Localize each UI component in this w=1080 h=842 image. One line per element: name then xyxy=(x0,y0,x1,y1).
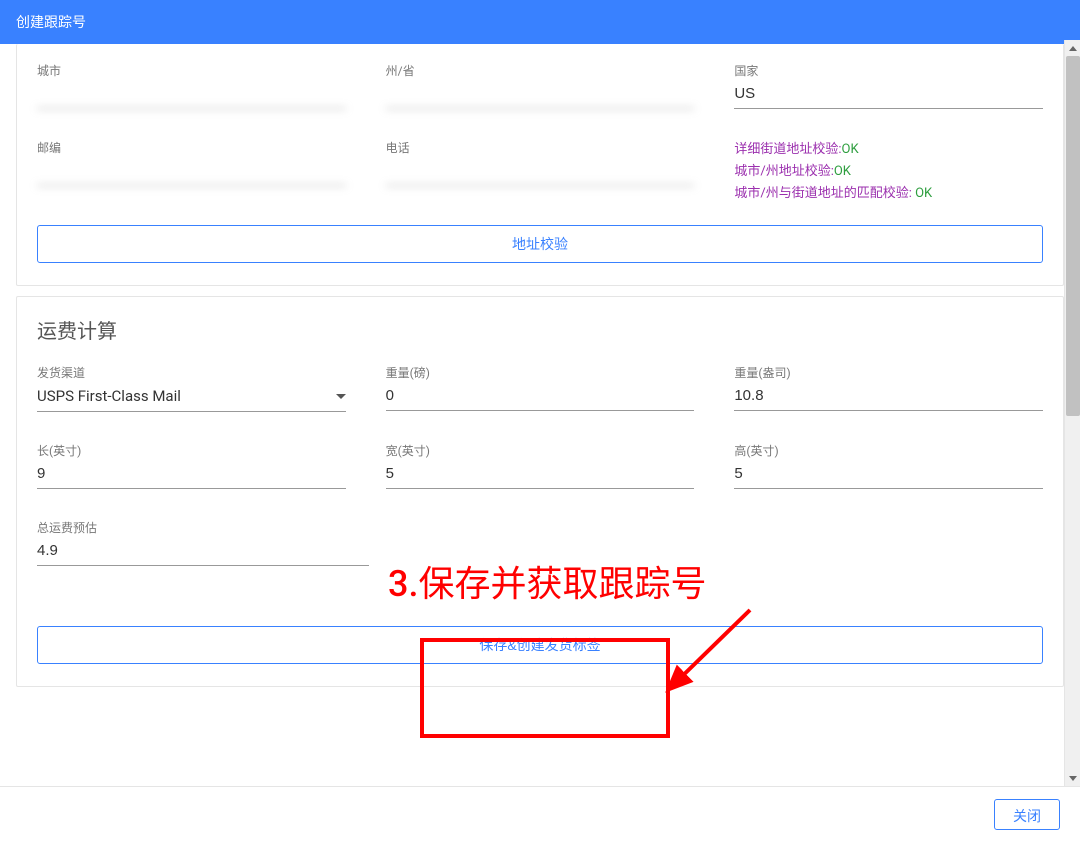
shipping-section-title: 运费计算 xyxy=(37,315,1043,344)
save-create-label-button[interactable]: 保存&创建发货标签 xyxy=(37,626,1043,664)
height-label: 高(英寸) xyxy=(734,442,1043,459)
city-label: 城市 xyxy=(37,62,346,79)
validation-column: 详细街道地址校验:OK 城市/州地址校验:OK 城市/州与街道地址的匹配校验: … xyxy=(734,139,1043,205)
channel-select[interactable]: USPS First-Class Mail xyxy=(37,383,346,412)
modal-body[interactable]: 城市 州/省 国家 邮编 电话 xyxy=(0,44,1080,788)
validation-label-2: 城市/州地址校验: xyxy=(734,164,834,179)
city-input[interactable] xyxy=(37,81,346,109)
chevron-down-icon xyxy=(336,394,346,399)
weight-lb-label: 重量(磅) xyxy=(386,364,695,381)
weight-lb-input[interactable] xyxy=(386,383,695,411)
validation-row-2: 城市/州地址校验:OK xyxy=(734,161,1043,183)
shipping-row-2: 长(英寸) 宽(英寸) 高(英寸) xyxy=(37,442,1043,489)
close-button[interactable]: 关闭 xyxy=(994,799,1060,830)
weight-oz-label: 重量(盎司) xyxy=(734,364,1043,381)
weight-oz-field: 重量(盎司) xyxy=(734,364,1043,412)
country-input[interactable] xyxy=(734,81,1043,109)
width-label: 宽(英寸) xyxy=(386,442,695,459)
address-row-2: 邮编 电话 详细街道地址校验:OK 城市/州地址校验:OK 城市/州与街道地址的… xyxy=(37,139,1043,205)
validation-status-1: OK xyxy=(842,142,859,157)
state-input[interactable] xyxy=(386,81,695,109)
length-label: 长(英寸) xyxy=(37,442,346,459)
phone-input[interactable] xyxy=(386,158,695,186)
height-field: 高(英寸) xyxy=(734,442,1043,489)
shipping-row-3: 总运费预估 xyxy=(37,519,1043,566)
estimate-field: 总运费预估 xyxy=(37,519,369,566)
modal-footer: 关闭 xyxy=(0,786,1080,842)
validation-status-3: OK xyxy=(912,186,932,201)
channel-value: USPS First-Class Mail xyxy=(37,387,181,405)
postal-input[interactable] xyxy=(37,158,346,186)
country-field: 国家 xyxy=(734,62,1043,109)
modal-header: 创建跟踪号 xyxy=(0,0,1080,44)
channel-label: 发货渠道 xyxy=(37,364,346,381)
address-section: 城市 州/省 国家 邮编 电话 xyxy=(16,44,1064,286)
country-label: 国家 xyxy=(734,62,1043,79)
state-label: 州/省 xyxy=(386,62,695,79)
validation-label-1: 详细街道地址校验: xyxy=(734,142,841,157)
validation-status-2: OK xyxy=(834,164,851,179)
scrollbar-thumb[interactable] xyxy=(1066,56,1080,416)
validation-row-1: 详细街道地址校验:OK xyxy=(734,139,1043,161)
estimate-input[interactable] xyxy=(37,538,369,566)
scrollbar[interactable] xyxy=(1064,40,1080,786)
shipping-row-1: 发货渠道 USPS First-Class Mail 重量(磅) 重量(盎司) xyxy=(37,364,1043,412)
channel-field: 发货渠道 USPS First-Class Mail xyxy=(37,364,346,412)
scroll-down-icon[interactable] xyxy=(1065,770,1080,786)
postal-field: 邮编 xyxy=(37,139,346,205)
city-field: 城市 xyxy=(37,62,346,109)
shipping-section: 运费计算 发货渠道 USPS First-Class Mail 重量(磅) 重量… xyxy=(16,296,1064,687)
scroll-up-icon[interactable] xyxy=(1065,40,1080,56)
validation-row-3: 城市/州与街道地址的匹配校验: OK xyxy=(734,183,1043,205)
width-field: 宽(英寸) xyxy=(386,442,695,489)
modal-title: 创建跟踪号 xyxy=(16,15,86,31)
phone-label: 电话 xyxy=(386,139,695,156)
postal-label: 邮编 xyxy=(37,139,346,156)
length-field: 长(英寸) xyxy=(37,442,346,489)
weight-lb-field: 重量(磅) xyxy=(386,364,695,412)
width-input[interactable] xyxy=(386,461,695,489)
weight-oz-input[interactable] xyxy=(734,383,1043,411)
phone-field: 电话 xyxy=(386,139,695,205)
length-input[interactable] xyxy=(37,461,346,489)
state-field: 州/省 xyxy=(386,62,695,109)
height-input[interactable] xyxy=(734,461,1043,489)
modal-container: 创建跟踪号 城市 州/省 国家 邮编 xyxy=(0,0,1080,842)
estimate-label: 总运费预估 xyxy=(37,519,369,536)
validate-address-button[interactable]: 地址校验 xyxy=(37,225,1043,263)
address-row-1: 城市 州/省 国家 xyxy=(37,62,1043,109)
validation-label-3: 城市/州与街道地址的匹配校验: xyxy=(734,186,912,201)
